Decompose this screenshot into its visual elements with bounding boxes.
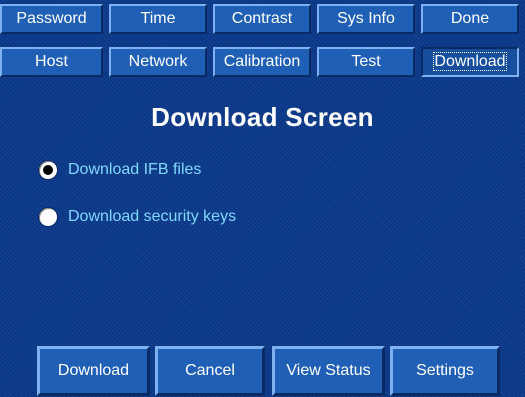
option-label: Download security keys: [68, 208, 237, 225]
tab-done[interactable]: Done: [421, 4, 519, 34]
tab-label: Host: [35, 53, 68, 70]
tab-download[interactable]: Download: [421, 47, 519, 77]
option-download-security-keys[interactable]: Download security keys: [38, 204, 236, 230]
tab-calibration[interactable]: Calibration: [213, 47, 311, 77]
radio-dot: [43, 165, 53, 175]
tab-host[interactable]: Host: [0, 47, 103, 77]
tab-label: Download: [433, 52, 507, 71]
cancel-button[interactable]: Cancel: [155, 346, 265, 396]
tab-row-bottom: Host Network Calibration Test Download: [0, 47, 519, 77]
download-screen: Password Time Contrast Sys Info Done Hos…: [0, 0, 525, 397]
tab-label: Password: [16, 10, 87, 27]
tab-network[interactable]: Network: [109, 47, 207, 77]
option-label: Download IFB files: [68, 161, 202, 178]
tab-label: Sys Info: [337, 10, 395, 27]
tab-label: Calibration: [223, 53, 301, 70]
page-title: Download Screen: [151, 102, 374, 132]
tab-label: Network: [128, 53, 188, 70]
tab-test[interactable]: Test: [317, 47, 415, 77]
tab-label: Done: [450, 10, 490, 27]
download-button[interactable]: Download: [37, 346, 150, 396]
tab-label: Contrast: [231, 10, 293, 27]
tab-contrast[interactable]: Contrast: [213, 4, 311, 34]
tab-label: Test: [351, 53, 381, 70]
option-download-ifb-files[interactable]: Download IFB files: [38, 157, 201, 183]
tab-sys-info[interactable]: Sys Info: [317, 4, 415, 34]
tab-label: Time: [140, 10, 176, 27]
radio-button[interactable]: [38, 207, 58, 227]
view-status-button[interactable]: View Status: [272, 346, 385, 396]
radio-button-selected[interactable]: [38, 160, 58, 180]
tab-password[interactable]: Password: [0, 4, 103, 34]
settings-button[interactable]: Settings: [390, 346, 500, 396]
tab-row-top: Password Time Contrast Sys Info Done: [0, 4, 519, 34]
tab-time[interactable]: Time: [109, 4, 207, 34]
